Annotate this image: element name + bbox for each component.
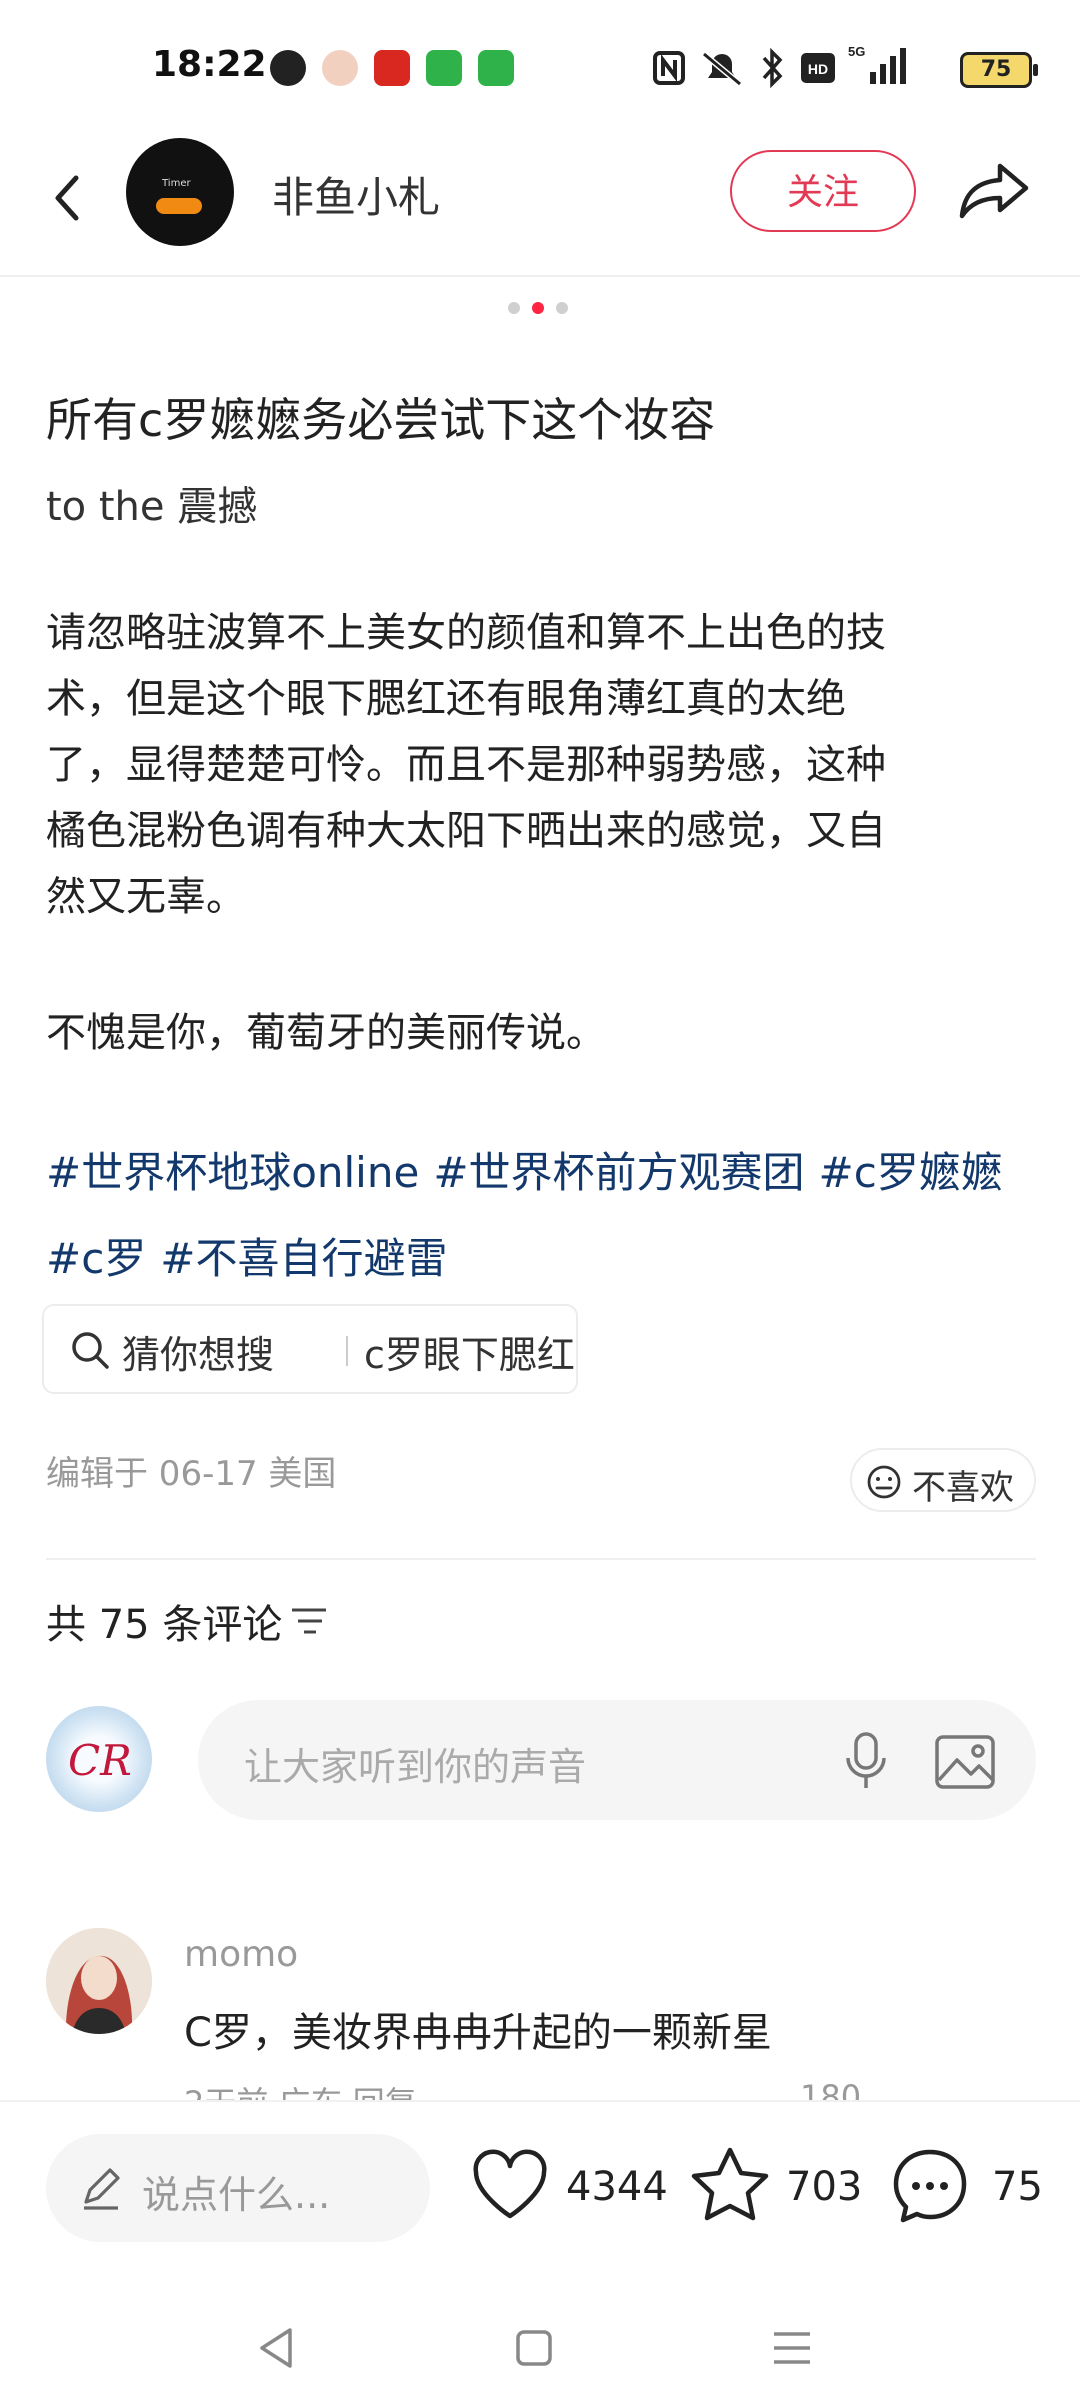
dislike-label: 不喜欢 [912,1468,1014,1508]
comment-user-avatar[interactable] [46,1928,152,2034]
avatar-logo-text: Timer [162,178,191,189]
pencil-icon [84,2168,120,2210]
hashtag-link[interactable]: #世界杯前方观赛团 [433,1148,804,1197]
say-something-placeholder: 说点什么... [142,2173,331,2217]
shield-app-icon [426,50,462,86]
post-body-line: 然又无辜。 [46,874,246,920]
comment-bubble-icon [893,2149,967,2223]
comment-username[interactable]: momo [184,1934,298,1975]
battery-indicator: 75 [960,52,1038,88]
hashtag-link[interactable]: #c罗 [46,1234,146,1283]
star-icon [691,2147,769,2221]
news-app-icon [374,50,410,86]
comment-input-placeholder: 让大家听到你的声音 [244,1745,587,1789]
back-arrow-icon[interactable] [40,158,100,238]
post-body-line: 术，但是这个眼下腮红还有眼角薄红真的太绝 [46,676,846,722]
bluetooth-icon [762,48,783,88]
post-header: Timer 非鱼小札 关注 [0,130,1080,275]
post-tags: #世界杯地球online #世界杯前方观赛团 #c罗嬷嬷 #c罗 #不喜自行避雷 [46,1130,1046,1302]
nav-menu-icon[interactable] [772,2330,812,2366]
image-icon[interactable] [934,1734,996,1790]
avatar-logo-badge [156,198,202,214]
neutral-face-icon [867,1465,901,1499]
image-pager-dots [508,300,572,316]
nav-home-icon[interactable] [514,2328,554,2368]
status-time: 18:22 [152,44,267,85]
like-count: 4344 [566,2164,668,2210]
post-body: 请忽略驻波算不上美女的颜值和算不上出色的技 术，但是这个眼下腮红还有眼角薄红真的… [46,600,1036,930]
post-body-line2: 不愧是你，葡萄牙的美丽传说。 [46,1010,606,1056]
search-chip-keyword: c罗眼下腮红 [364,1333,575,1377]
comment-text: C罗，美妆界冉冉升起的一颗新星 [184,2010,772,2056]
author-name[interactable]: 非鱼小札 [272,164,440,225]
like-button[interactable]: 4344 [470,2142,670,2232]
pager-dot [508,302,520,314]
header-divider [0,275,1080,277]
system-nav-bar [0,2290,1080,2400]
suggested-search-chip[interactable]: 猜你想搜 c罗眼下腮红 [42,1304,578,1394]
pager-dot-active [532,302,544,314]
comment-total: 75 [992,2164,1043,2210]
search-chip-separator [346,1336,348,1366]
bottom-action-bar: 说点什么... 4344 703 75 [0,2100,1080,2292]
say-something-input[interactable]: 说点什么... [46,2134,430,2242]
sort-icon[interactable] [290,1604,328,1638]
share-icon[interactable] [956,152,1032,228]
post-body-line: 橘色混粉色调有种大太阳下晒出来的感觉，又自 [46,808,886,854]
favorite-count: 703 [786,2164,863,2210]
hashtag-link[interactable]: #c罗嬷嬷 [819,1148,1003,1197]
heart-icon [473,2149,547,2219]
post-title: 所有c罗嬷嬷务必尝试下这个妆容 [46,393,716,447]
post-body-line: 了，显得楚楚可怜。而且不是那种弱势感，这种 [46,742,886,788]
follow-button[interactable]: 关注 [730,150,916,232]
status-bar: 18:22 HD 5G 75 [0,0,1080,130]
comment-input[interactable]: 让大家听到你的声音 [198,1700,1036,1820]
avatar-illustration [46,1928,152,2034]
pager-dot [556,302,568,314]
favorite-button[interactable]: 703 [690,2142,870,2232]
comment-count: 共 75 条评论 [46,1602,283,1648]
author-avatar[interactable]: Timer [126,138,234,246]
search-icon [72,1332,109,1369]
comment-button[interactable]: 75 [890,2142,1050,2232]
nav-back-icon[interactable] [256,2326,296,2370]
hashtag-link[interactable]: #世界杯地球online [46,1148,419,1197]
my-avatar: CR [46,1706,152,1812]
svg-text:HD: HD [808,61,828,77]
comments-divider [46,1558,1036,1560]
phone-app-icon [478,50,514,86]
post-body-line: 请忽略驻波算不上美女的颜值和算不上出色的技 [46,610,886,656]
svg-text:5G: 5G [848,44,865,59]
nfc-icon [653,51,685,85]
hd-icon: HD [801,53,835,83]
search-chip-label: 猜你想搜 [122,1333,275,1377]
signal-5g-icon: 5G [848,44,906,84]
hashtag-link[interactable]: #不喜自行避雷 [160,1234,447,1283]
microphone-icon[interactable] [838,1730,894,1792]
mute-icon [702,51,742,86]
profile-app-icon [322,50,358,86]
dislike-button[interactable]: 不喜欢 [850,1448,1036,1512]
my-avatar-monogram: CR [68,1736,132,1785]
post-subtitle: to the 震撼 [46,484,258,530]
post-meta: 编辑于 06-17 美国 [46,1454,337,1494]
pinterest-icon [270,50,306,86]
